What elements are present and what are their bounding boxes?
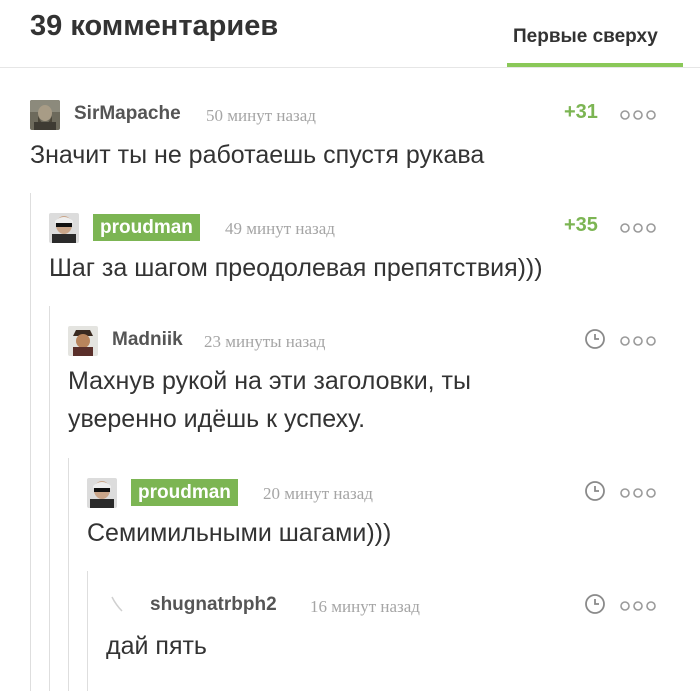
comment-author[interactable]: SirMapache xyxy=(74,103,181,125)
comment-header: proudman 49 минут назад +35 xyxy=(49,213,670,247)
comment-timestamp[interactable]: 49 минут назад xyxy=(225,219,335,239)
sort-tab-label: Первые сверху xyxy=(513,26,658,47)
more-options-icon[interactable] xyxy=(620,486,660,500)
comment: Madniik 23 минуты назад Махнув рукой на … xyxy=(68,326,670,446)
placeholder-avatar[interactable] xyxy=(106,591,136,621)
thread-branch-line[interactable] xyxy=(68,458,69,691)
comment-text: дай пять xyxy=(106,632,207,660)
clock-icon[interactable] xyxy=(584,328,606,350)
comment-header: shugnatrbph2 16 минут назад xyxy=(106,591,670,625)
thread-branch-line[interactable] xyxy=(87,571,88,691)
thread-branch-line[interactable] xyxy=(30,193,31,691)
comment-text-line: уверенно идёшь к успеху. xyxy=(68,405,366,433)
sunglasses-man-avatar[interactable] xyxy=(49,213,79,243)
comment-text: Шаг за шагом преодолевая препятствия))) xyxy=(49,254,543,282)
more-options-icon[interactable] xyxy=(620,221,660,235)
comment-text: Значит ты не работаешь спустя рукава xyxy=(30,141,485,169)
clock-icon[interactable] xyxy=(584,480,606,502)
comment-timestamp[interactable]: 20 минут назад xyxy=(263,484,373,504)
comment-text: Семимильными шагами))) xyxy=(87,519,392,547)
comment-header: SirMapache 50 минут назад +31 xyxy=(30,100,670,134)
comment-rating: +35 xyxy=(564,214,598,236)
bearded-portrait-avatar[interactable] xyxy=(30,100,60,130)
comment: SirMapache 50 минут назад +31 Значит ты … xyxy=(30,100,670,180)
comments-count-title: 39 комментариев xyxy=(30,10,279,42)
sort-tab-first-on-top[interactable]: Первые сверху xyxy=(507,14,685,67)
comment-rating: +31 xyxy=(564,101,598,123)
comment: shugnatrbph2 16 минут назад дай пять xyxy=(106,591,670,671)
comment-author[interactable]: Madniik xyxy=(112,329,183,351)
comment-header: proudman 20 минут назад xyxy=(87,478,670,512)
comment-timestamp[interactable]: 16 минут назад xyxy=(310,597,420,617)
header-divider xyxy=(0,67,700,68)
comment: proudman 49 минут назад +35 Шаг за шагом… xyxy=(49,213,670,293)
more-options-icon[interactable] xyxy=(620,599,660,613)
comment: proudman 20 минут назад Семимильными шаг… xyxy=(87,478,670,558)
comment-author-op-badge[interactable]: proudman xyxy=(93,214,200,241)
comment-text-line: Махнув рукой на эти заголовки, ты xyxy=(68,367,471,395)
more-options-icon[interactable] xyxy=(620,334,660,348)
more-options-icon[interactable] xyxy=(620,108,660,122)
thread-branch-line[interactable] xyxy=(49,306,50,691)
hat-man-avatar[interactable] xyxy=(68,326,98,356)
comment-header: Madniik 23 минуты назад xyxy=(68,326,670,360)
sunglasses-man-avatar[interactable] xyxy=(87,478,117,508)
comment-author-op-badge[interactable]: proudman xyxy=(131,479,238,506)
comment-timestamp[interactable]: 50 минут назад xyxy=(206,106,316,126)
comment-timestamp[interactable]: 23 минуты назад xyxy=(204,332,325,352)
clock-icon[interactable] xyxy=(584,593,606,615)
comment-author[interactable]: shugnatrbph2 xyxy=(150,594,277,616)
comments-header: 39 комментариев Первые сверху xyxy=(0,0,700,68)
